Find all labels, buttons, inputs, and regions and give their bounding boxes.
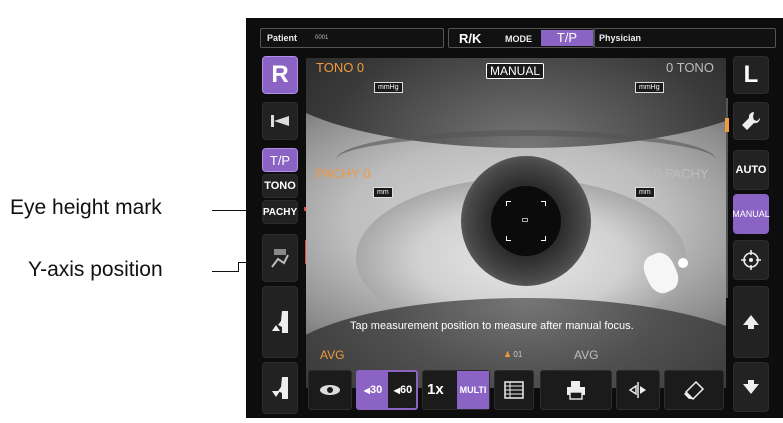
manual-badge: MANUAL [486,63,545,79]
focus-center-mark [522,218,528,222]
rk-button[interactable]: R/K [459,31,481,46]
alignment-icon [271,115,289,127]
mm-left-unit: mm [373,187,393,198]
manual-button[interactable]: MANUAL [732,194,770,234]
focus-corner-bl [506,236,511,241]
chin-up-button[interactable] [262,286,298,358]
chin-rest-button[interactable] [262,234,298,282]
angle-30-label: 30 [369,384,383,396]
avg-left-label: AVG [320,348,345,362]
count-multi-option[interactable]: MULTI [457,371,489,409]
eye-side-left-button[interactable]: L [733,56,769,94]
light-reflection-small [678,258,688,268]
mode-pachy-label: PACHY [262,206,298,218]
arrow-down-icon [743,380,759,394]
list-table-icon [504,381,524,399]
erase-button[interactable] [664,370,724,410]
manual-label: MANUAL [732,209,770,219]
callout-y-axis-position: Y-axis position [28,258,163,281]
instruction-text: Tap measurement position to measure afte… [350,320,634,332]
eraser-icon [684,380,705,400]
eye-side-right-button[interactable]: R [262,56,298,94]
pachy-left-value: PACHY 0 [316,166,371,181]
eye-toggle-button[interactable] [308,370,352,410]
patient-field[interactable]: Patient 0001 [260,28,444,48]
callout-line-y-axis-v [238,262,239,272]
tono-left-value: TONO 0 [316,60,365,75]
mode-tp-side-label: T/P [269,152,291,168]
mode-label: MODE [505,34,532,44]
list-button[interactable] [494,370,534,410]
angle-selector: ◀ 30 ◀ 60 [356,370,418,410]
chin-down-button[interactable] [262,362,298,414]
right-scale-marker[interactable] [725,118,729,132]
angle-30-option[interactable]: ◀ 30 [358,372,388,408]
angle-60-label: 60 [399,384,413,396]
mode-tp-side-button[interactable]: T/P [262,148,298,172]
mmhg-right-unit: mmHg [635,82,664,93]
compare-icon [628,382,646,398]
patient-label: Patient [267,33,298,43]
physician-label: Physician [599,33,642,43]
move-up-button[interactable] [733,286,769,358]
auto-label: AUTO [735,164,767,176]
crosshair-icon [741,250,761,270]
count-selector: 1x MULTI [422,370,490,410]
eye-camera-view[interactable] [306,58,726,388]
chin-down-icon [272,377,288,399]
arrow-up-icon [743,315,759,329]
angle-60-option[interactable]: ◀ 60 [388,372,418,408]
patient-value: 0001 [315,35,329,41]
count-1x-option[interactable]: 1x [427,381,444,398]
counter-icon: ♟ [504,350,512,359]
auto-button[interactable]: AUTO [733,150,769,190]
tono-right-value: 0 TONO [666,60,714,75]
mode-pachy-button[interactable]: PACHY [262,200,298,224]
callout-eye-height-mark: Eye height mark [10,196,162,219]
measure-counter: ♟ 01 [504,350,522,359]
mode-group: R/K MODE T/P [448,28,594,48]
mode-tono-label: TONO [264,180,296,192]
eye-icon [320,385,340,395]
print-button[interactable] [540,370,612,410]
alignment-toggle-button[interactable] [262,102,298,140]
eye-side-right-label: R [271,61,289,88]
focus-corner-tl [506,201,511,206]
focus-corner-br [541,236,546,241]
settings-button[interactable] [733,102,769,140]
compare-button[interactable] [616,370,660,410]
counter-value: 01 [513,350,523,359]
focus-corner-tr [541,201,546,206]
eye-side-left-label: L [743,61,759,88]
wrench-icon [742,111,761,130]
mm-right-unit: mm [635,187,655,198]
chin-up-icon [272,311,288,333]
mode-tono-button[interactable]: TONO [262,174,298,198]
target-button[interactable] [733,240,769,280]
mmhg-left-unit: mmHg [374,82,403,93]
printer-icon [567,381,585,400]
chin-rest-icon [271,249,289,268]
physician-field[interactable]: Physician [594,28,776,48]
move-down-button[interactable] [733,362,769,412]
mode-tp-button[interactable]: T/P [541,30,593,46]
device-screen: Patient 0001 R/K MODE T/P Physician R T/… [246,18,783,418]
callout-line-y-axis-h [212,271,238,272]
avg-right-label: AVG [574,348,599,362]
pachy-right-value: 0 PACHY [654,166,709,181]
